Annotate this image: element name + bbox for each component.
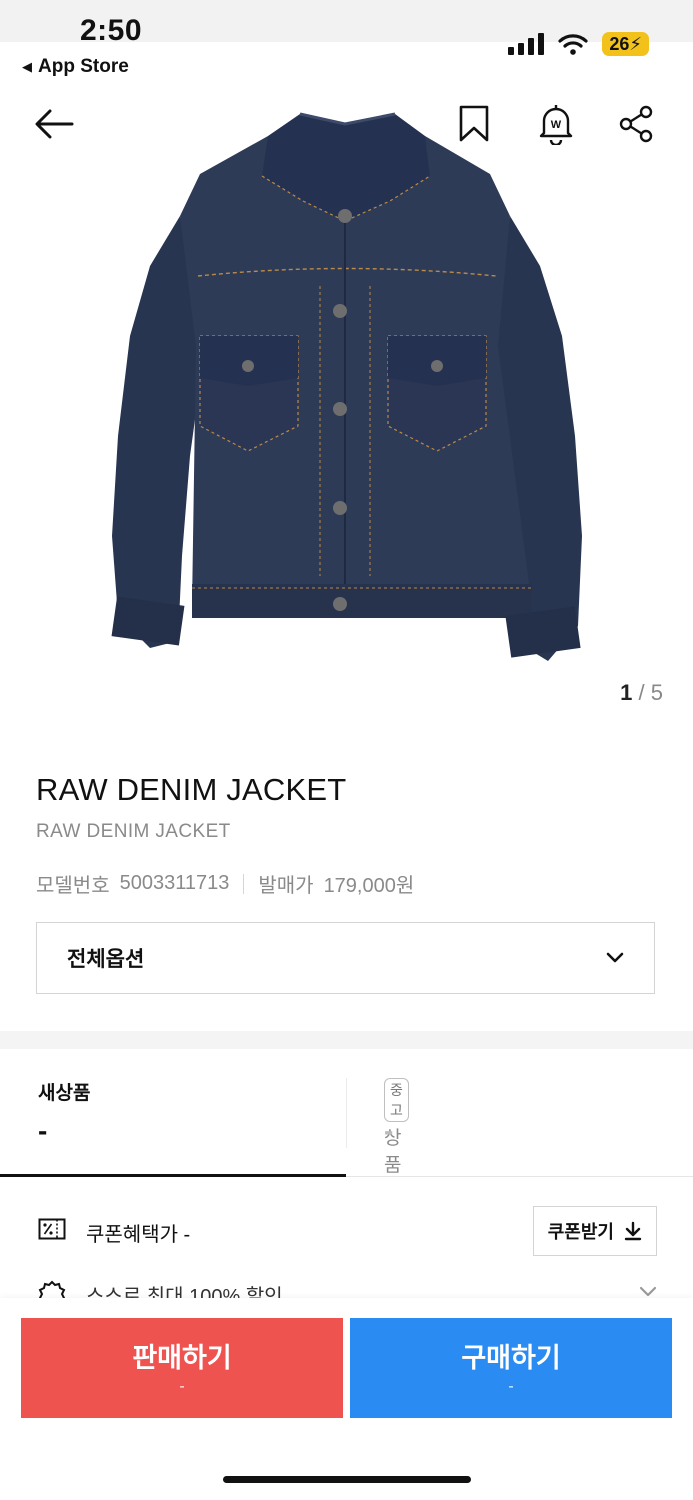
share-icon [619, 105, 653, 143]
battery-level: 26 [609, 34, 630, 54]
section-divider [0, 1031, 693, 1049]
bottom-action-bar: 판매하기 - 구매하기 - [0, 1298, 693, 1500]
discount-badge-icon [38, 1280, 66, 1300]
model-number-label: 모델번호 [36, 875, 110, 897]
chevron-down-icon [639, 1286, 657, 1297]
buy-button-price: - [508, 1378, 514, 1395]
tab-used-value: - [384, 1115, 394, 1146]
wifi-icon [558, 34, 588, 55]
download-icon [624, 1221, 642, 1241]
tab-separator [346, 1078, 347, 1148]
coupon-percent-icon [38, 1218, 66, 1240]
bookmark-button[interactable] [450, 100, 498, 148]
image-pager: 1 / 5 [620, 680, 663, 706]
back-button[interactable] [30, 100, 78, 148]
chevron-down-icon [606, 952, 624, 963]
svg-text:W: W [551, 119, 562, 131]
coupon-row: 쿠폰혜택가 - 쿠폰받기 [0, 1200, 693, 1260]
buy-button[interactable]: 구매하기 - [350, 1318, 672, 1418]
release-price-label: 발매가 [258, 875, 314, 897]
pager-current: 1 [620, 680, 633, 705]
get-coupon-label: 쿠폰받기 [547, 1222, 614, 1242]
sell-button[interactable]: 판매하기 - [21, 1318, 343, 1418]
product-meta: 모델번호 5003311713 발매가 179,000원 [36, 869, 414, 898]
get-coupon-button[interactable]: 쿠폰받기 [532, 1206, 657, 1256]
back-app-label: App Store [38, 56, 129, 77]
pager-total: 5 [650, 680, 663, 705]
top-nav: W [0, 96, 693, 156]
signal-icon [508, 33, 545, 55]
back-to-app-store[interactable]: ◀ App Store [22, 56, 129, 78]
share-button[interactable] [612, 100, 660, 148]
option-select-label: 전체옵션 [67, 948, 145, 971]
battery-indicator: 26⚡ [602, 32, 649, 56]
meta-divider [243, 873, 245, 894]
denim-jacket-image [111, 112, 582, 661]
condition-tabs: 새상품 - 중고상품 - [0, 1050, 693, 1176]
home-indicator[interactable] [223, 1476, 471, 1483]
arrow-left-icon [35, 109, 74, 139]
product-image[interactable] [0, 96, 693, 716]
buy-button-label: 구매하기 [461, 1343, 561, 1373]
price-alert-button[interactable]: W [532, 100, 580, 148]
sell-button-price: - [179, 1378, 185, 1395]
status-indicators: 26⚡ [508, 32, 649, 56]
points-label: 스스로 최대 100% 할인 [86, 1286, 283, 1300]
status-time: 2:50 [80, 14, 143, 47]
product-title: RAW DENIM JACKET [36, 772, 347, 807]
bell-won-icon: W [539, 105, 573, 145]
pager-separator: / [638, 680, 651, 705]
model-number-value: 5003311713 [119, 872, 230, 894]
option-select[interactable]: 전체옵션 [36, 922, 655, 994]
active-tab-indicator [0, 1174, 346, 1177]
product-subtitle: RAW DENIM JACKET [36, 821, 231, 842]
coupon-price-label: 쿠폰혜택가 - [86, 1224, 191, 1246]
sell-button-label: 판매하기 [132, 1343, 232, 1373]
release-price-value: 179,000원 [323, 875, 415, 897]
back-triangle-icon: ◀ [22, 59, 32, 74]
bookmark-icon [459, 105, 489, 142]
tab-used[interactable]: 중고상품 - [0, 1050, 409, 1176]
points-row[interactable]: 스스로 최대 100% 할인 [0, 1276, 693, 1300]
